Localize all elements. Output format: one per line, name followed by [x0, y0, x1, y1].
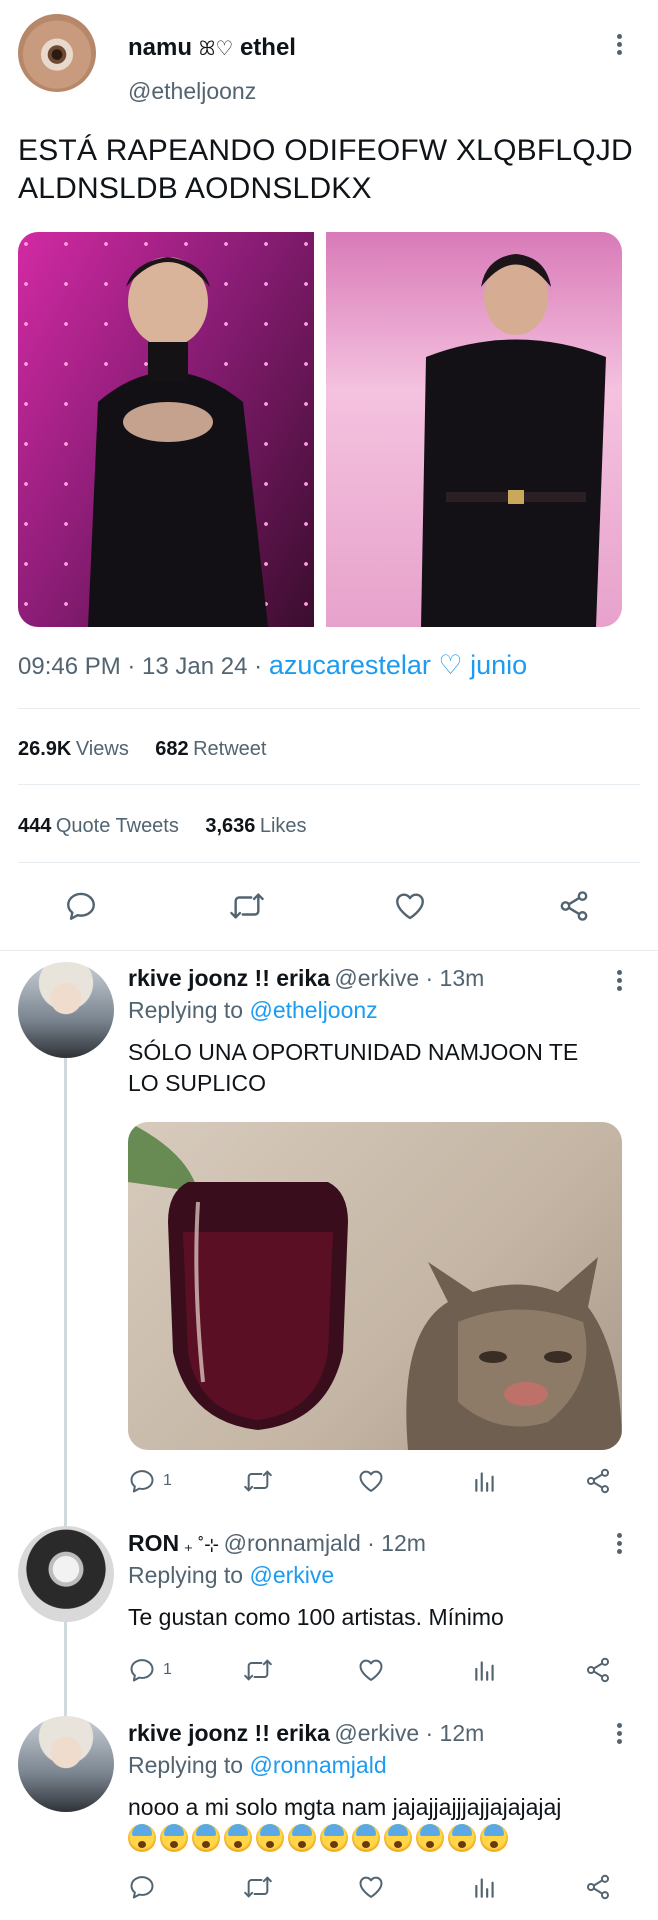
fearful-face-emoji [224, 1824, 252, 1852]
reply-count: 1 [163, 1661, 172, 1678]
share-icon[interactable] [584, 1656, 612, 1684]
replying-to: Replying to @ronnamjald [128, 1752, 387, 1779]
reply-icon[interactable] [128, 1656, 156, 1684]
more-dots-icon[interactable] [614, 34, 624, 58]
heart-ribbon-icon: ꕤ♡ [198, 38, 234, 60]
reply-header: RON ₊ ˚⊹ @ronnamjald · 12m [128, 1530, 426, 1557]
fearful-face-emoji [384, 1824, 412, 1852]
quote-label[interactable]: Quote Tweets [56, 815, 179, 837]
reply-header: rkive joonz !! erika @erkive · 12m [128, 1720, 484, 1747]
reply-author-name[interactable]: rkive joonz !! erika [128, 1720, 330, 1746]
replying-to: Replying to @etheljoonz [128, 997, 378, 1024]
reply-avatar[interactable] [18, 1716, 114, 1812]
share-icon[interactable] [584, 1873, 612, 1901]
replying-to-label: Replying to [128, 997, 244, 1023]
replying-to: Replying to @erkive [128, 1562, 334, 1589]
author-name[interactable]: namu ꕤ♡ ethel [128, 34, 296, 62]
retweet-icon[interactable] [242, 1467, 274, 1495]
reply-count: 1 [163, 1472, 172, 1489]
analytics-icon[interactable] [472, 1656, 498, 1684]
tweet-photo-1-figure [88, 257, 268, 627]
tweet-text-line-1: ESTÁ RAPEANDO ODIFEOFW XLQBFLQJD [18, 134, 633, 167]
likes-count[interactable]: 3,636 [205, 815, 255, 837]
replying-to-label: Replying to [128, 1562, 244, 1588]
reply-author-name[interactable]: RON [128, 1530, 179, 1556]
reply-text-line-1: Te gustan como 100 artistas. Mínimo [128, 1604, 504, 1630]
reply-header: rkive joonz !! erika @erkive · 13m [128, 965, 484, 992]
fearful-face-emoji [128, 1824, 156, 1852]
reply-handle-time[interactable]: @erkive · 13m [334, 965, 484, 991]
more-dots-icon[interactable] [614, 1723, 624, 1747]
reply-text: nooo a mi solo mgta nam jajajjajjjajjaja… [128, 1792, 561, 1823]
reply-icon[interactable] [64, 889, 98, 923]
fearful-face-emoji [448, 1824, 476, 1852]
heart-icon[interactable] [356, 1873, 386, 1901]
fearful-face-emoji [288, 1824, 316, 1852]
tweet-photo-1[interactable] [18, 232, 314, 627]
stats-row-2: 444 Quote Tweets 3,636 Likes [18, 815, 307, 838]
views-count: 26.9K [18, 738, 72, 760]
reply-icon[interactable] [128, 1467, 156, 1495]
divider [0, 950, 658, 951]
analytics-icon[interactable] [472, 1467, 498, 1495]
tweet-photo-2[interactable] [326, 232, 622, 627]
likes-label[interactable]: Likes [260, 815, 307, 837]
reply-author-name-suffix: ₊ ˚⊹ [183, 1535, 220, 1555]
heart-icon[interactable] [356, 1656, 386, 1684]
fearful-face-emoji [320, 1824, 348, 1852]
reply-photo[interactable] [128, 1122, 622, 1450]
retweet-icon[interactable] [242, 1656, 274, 1684]
tweet-text-line-2: ALDNSLDB AODNSLDKX [18, 172, 372, 205]
heart-icon[interactable] [392, 889, 428, 923]
tweet-text: ESTÁ RAPEANDO ODIFEOFW XLQBFLQJD ALDNSLD… [18, 132, 633, 208]
author-avatar[interactable] [18, 14, 96, 92]
author-name-text: namu [128, 34, 193, 61]
tweet-photo-2-figure [421, 254, 606, 627]
retweet-count[interactable]: 682 [155, 738, 188, 760]
retweet-icon[interactable] [242, 1873, 274, 1901]
replying-to-label: Replying to [128, 1752, 244, 1778]
emoji-row [128, 1824, 512, 1852]
reply-handle-time[interactable]: @erkive · 12m [334, 1720, 484, 1746]
reply-text: Te gustan como 100 artistas. Mínimo [128, 1602, 504, 1633]
retweet-label[interactable]: Retweet [193, 738, 266, 760]
reply-avatar[interactable] [18, 1526, 114, 1622]
fearful-face-emoji [416, 1824, 444, 1852]
reply-text-line-2: LO SUPLICO [128, 1070, 267, 1096]
share-icon[interactable] [556, 889, 592, 923]
author-handle[interactable]: @etheljoonz [128, 78, 256, 105]
fearful-face-emoji [352, 1824, 380, 1852]
reply-text-line-1: SÓLO UNA OPORTUNIDAD NAMJOON TE [128, 1039, 579, 1065]
views-label: Views [75, 738, 129, 760]
reply-icon[interactable] [128, 1873, 156, 1901]
share-icon[interactable] [584, 1467, 612, 1495]
reply-text-line-1: nooo a mi solo mgta nam jajajjajjjajjaja… [128, 1794, 562, 1820]
more-dots-icon[interactable] [614, 1533, 624, 1557]
tweet-source-link[interactable]: azucarestelar ♡ junio [269, 650, 527, 680]
replying-to-handle[interactable]: @ronnamjald [249, 1752, 386, 1778]
replying-to-handle[interactable]: @erkive [249, 1562, 334, 1588]
divider [18, 784, 640, 785]
replying-to-handle[interactable]: @etheljoonz [249, 997, 377, 1023]
author-name-suffix: ethel [239, 34, 296, 61]
fearful-face-emoji [256, 1824, 284, 1852]
wine-cat-image [128, 1122, 622, 1450]
more-dots-icon[interactable] [614, 970, 624, 994]
retweet-icon[interactable] [228, 889, 266, 923]
heart-icon[interactable] [356, 1467, 386, 1495]
tweet-meta: 09:46 PM · 13 Jan 24 · azucarestelar ♡ j… [18, 650, 527, 681]
fearful-face-emoji [192, 1824, 220, 1852]
fearful-face-emoji [160, 1824, 188, 1852]
stats-row-1: 26.9K Views 682 Retweet [18, 738, 266, 761]
divider [18, 708, 640, 709]
reply-text: SÓLO UNA OPORTUNIDAD NAMJOON TE LO SUPLI… [128, 1037, 578, 1099]
reply-author-name[interactable]: rkive joonz !! erika [128, 965, 330, 991]
quote-count[interactable]: 444 [18, 815, 51, 837]
tweet-timestamp[interactable]: 09:46 PM · 13 Jan 24 · [18, 653, 262, 680]
fearful-face-emoji [480, 1824, 508, 1852]
divider [18, 862, 640, 863]
reply-handle-time[interactable]: @ronnamjald · 12m [224, 1530, 426, 1556]
analytics-icon[interactable] [472, 1873, 498, 1901]
reply-avatar[interactable] [18, 962, 114, 1058]
